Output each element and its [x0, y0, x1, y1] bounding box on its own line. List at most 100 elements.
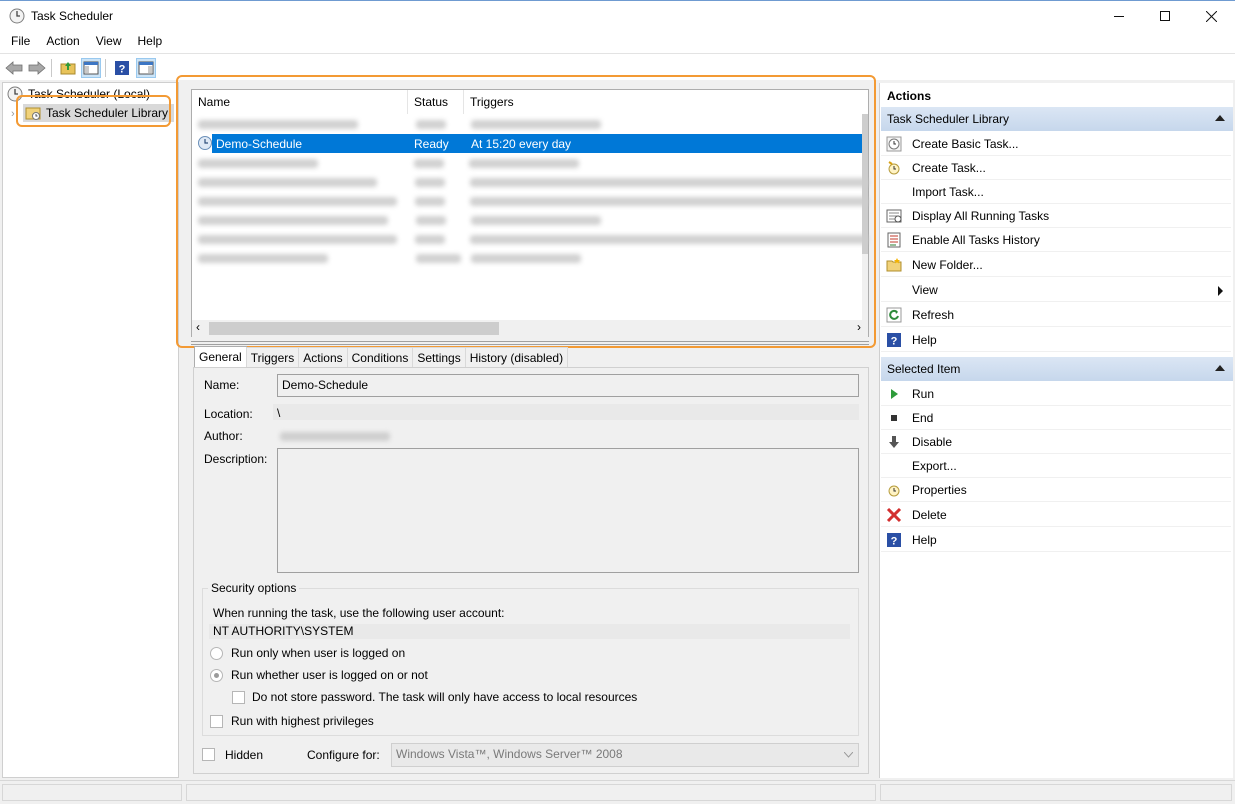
action-label: Create Basic Task...	[912, 136, 1019, 151]
radio-logged-on[interactable]	[210, 647, 223, 660]
action-label: Help	[912, 532, 937, 547]
collapse-icon[interactable]	[1215, 365, 1225, 371]
column-triggers[interactable]: Triggers	[464, 90, 868, 114]
action-label: End	[912, 410, 934, 425]
action-export[interactable]: Export...	[881, 454, 1231, 478]
action-enable-tasks-history[interactable]: Enable All Tasks History	[881, 228, 1231, 252]
action-view[interactable]: View	[881, 278, 1231, 302]
show-hide-action-pane-button[interactable]	[136, 58, 156, 78]
tab-history[interactable]: History (disabled)	[464, 347, 569, 367]
stop-icon	[891, 414, 897, 421]
table-row[interactable]	[192, 230, 868, 249]
title-bar: Task Scheduler	[0, 0, 1235, 31]
tab-conditions[interactable]: Conditions	[346, 347, 414, 367]
close-button[interactable]	[1188, 1, 1234, 31]
configure-for-select[interactable]: Windows Vista™, Windows Server™ 2008	[391, 743, 859, 767]
action-disable[interactable]: Disable	[881, 430, 1231, 454]
description-field[interactable]	[277, 448, 859, 573]
maximize-button[interactable]	[1142, 1, 1188, 31]
table-row[interactable]	[192, 173, 868, 192]
selected-task-name: Demo-Schedule	[216, 136, 303, 151]
action-label: Export...	[912, 458, 957, 473]
action-run[interactable]: Run	[881, 382, 1231, 406]
scroll-right-icon[interactable]: ›	[857, 320, 861, 334]
back-button[interactable]	[4, 58, 24, 78]
show-hide-tree-button[interactable]	[81, 58, 101, 78]
menu-bar: File Action View Help	[0, 31, 1235, 53]
create-basic-task-icon	[886, 136, 902, 151]
scroll-left-icon[interactable]: ‹	[196, 320, 200, 334]
action-label: New Folder...	[912, 257, 983, 272]
menu-help[interactable]: Help	[130, 31, 171, 53]
library-folder-icon	[25, 107, 41, 120]
table-row[interactable]	[192, 154, 868, 173]
table-row[interactable]	[192, 249, 868, 268]
action-help-selected[interactable]: ? Help	[881, 528, 1231, 552]
checkbox-highest-privileges[interactable]	[210, 715, 223, 728]
account-value: NT AUTHORITY\SYSTEM	[209, 624, 850, 639]
section-selected-item[interactable]: Selected Item	[881, 357, 1233, 381]
vertical-scrollbar[interactable]	[862, 114, 868, 320]
action-delete[interactable]: Delete	[881, 503, 1231, 527]
configure-for-label: Configure for:	[307, 748, 380, 762]
tree-item-library[interactable]: Task Scheduler Library	[23, 104, 175, 122]
name-field[interactable]: Demo-Schedule	[277, 374, 859, 397]
menu-file[interactable]: File	[3, 31, 38, 53]
forward-button[interactable]	[27, 58, 47, 78]
table-row[interactable]	[192, 192, 868, 211]
task-clock-icon	[198, 136, 212, 150]
splitter[interactable]	[191, 341, 869, 345]
minimize-button[interactable]	[1096, 1, 1142, 31]
action-end[interactable]: End	[881, 406, 1231, 430]
horizontal-scrollbar[interactable]: ‹ ›	[192, 320, 868, 337]
action-display-running-tasks[interactable]: Display All Running Tasks	[881, 204, 1231, 228]
section-task-scheduler-library[interactable]: Task Scheduler Library	[881, 107, 1233, 131]
radio-whether-logged-on[interactable]	[210, 669, 223, 682]
up-folder-button[interactable]	[58, 58, 78, 78]
menu-view[interactable]: View	[88, 31, 130, 53]
history-icon	[887, 232, 901, 247]
task-list: Name Status Triggers Demo-Schedule Ready…	[191, 89, 869, 337]
table-row-selected[interactable]: Demo-Schedule Ready At 15:20 every day	[212, 134, 868, 153]
location-value: \	[273, 404, 859, 420]
action-refresh[interactable]: Refresh	[881, 303, 1231, 327]
action-create-task[interactable]: Create Task...	[881, 156, 1231, 180]
scroll-thumb[interactable]	[209, 322, 499, 335]
forward-arrow-icon	[28, 61, 46, 75]
table-row[interactable]	[192, 115, 868, 134]
tab-actions[interactable]: Actions	[298, 347, 348, 367]
collapse-icon[interactable]	[1215, 115, 1225, 121]
chevron-down-icon	[844, 752, 853, 758]
description-label: Description:	[204, 452, 268, 466]
action-pane-icon	[138, 61, 154, 75]
task-tabs: General Triggers Actions Conditions Sett…	[194, 346, 569, 368]
tree-root[interactable]: Task Scheduler (Local)	[7, 85, 150, 103]
radio-logged-on-label: Run only when user is logged on	[231, 646, 406, 660]
back-arrow-icon	[5, 61, 23, 75]
help-button[interactable]: ?	[112, 58, 132, 78]
status-cell	[880, 784, 1232, 801]
configure-for-value: Windows Vista™, Windows Server™ 2008	[396, 747, 623, 761]
name-label: Name:	[204, 378, 240, 392]
tab-general[interactable]: General	[194, 346, 247, 368]
clock-icon	[9, 8, 25, 24]
action-properties[interactable]: Properties	[881, 478, 1231, 502]
action-new-folder[interactable]: New Folder...	[881, 253, 1231, 277]
action-label: Run	[912, 386, 935, 401]
column-name[interactable]: Name	[192, 90, 408, 114]
table-row[interactable]	[192, 211, 868, 230]
help-icon: ?	[887, 532, 901, 547]
checkbox-no-store-password[interactable]	[232, 691, 245, 704]
tab-settings[interactable]: Settings	[412, 347, 466, 367]
tab-triggers[interactable]: Triggers	[245, 347, 300, 367]
column-status[interactable]: Status	[408, 90, 464, 114]
up-folder-icon	[60, 62, 76, 75]
expand-chevron-icon[interactable]: ›	[11, 108, 15, 120]
action-create-basic-task[interactable]: Create Basic Task...	[881, 132, 1231, 156]
action-import-task[interactable]: Import Task...	[881, 180, 1231, 204]
properties-icon	[888, 485, 900, 496]
action-help[interactable]: ? Help	[881, 328, 1231, 352]
checkbox-hidden[interactable]	[202, 748, 215, 761]
folder-icon	[886, 257, 902, 271]
menu-action[interactable]: Action	[38, 31, 87, 53]
